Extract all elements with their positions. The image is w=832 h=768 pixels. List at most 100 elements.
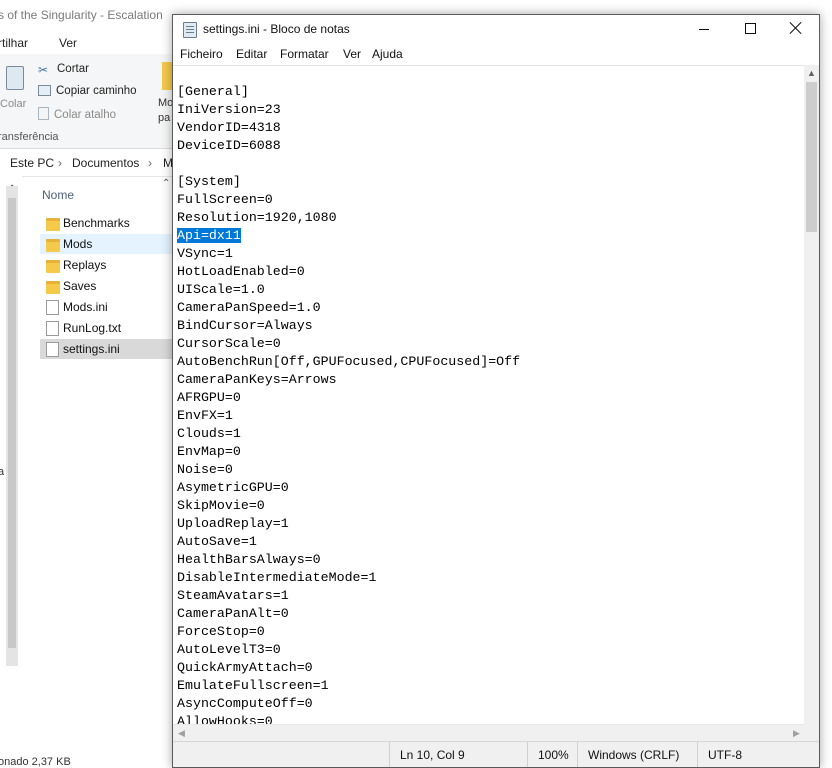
- paste-shortcut-icon: [38, 107, 49, 120]
- file-list: Nome ⌃ Benchmarks Mods Replays Saves Mod…: [22, 176, 200, 756]
- vertical-scrollbar[interactable]: ▲ ▼: [804, 65, 819, 737]
- menu-file[interactable]: Ficheiro: [180, 47, 223, 61]
- notepad-menu-bar: Ficheiro Editar Formatar Ver Ajuda: [173, 43, 819, 65]
- paste-label: Colar: [0, 98, 27, 110]
- paste-shortcut-button[interactable]: Colar atalho: [38, 107, 116, 121]
- column-header-name[interactable]: Nome: [42, 188, 74, 202]
- copy-path-icon: [38, 85, 51, 96]
- folder-icon: [46, 239, 60, 252]
- editor-line: QuickArmyAttach=0: [177, 660, 313, 675]
- menu-help[interactable]: Ajuda: [372, 47, 403, 61]
- scroll-up-arrow-icon[interactable]: ▲: [804, 65, 819, 82]
- explorer-ribbon: Colar ✂ Cortar Copiar caminho Colar atalh…: [0, 54, 180, 149]
- window-title: settings.ini - Bloco de notas: [203, 22, 350, 36]
- explorer-menu-share[interactable]: rtilhar: [0, 36, 28, 50]
- editor-line: CameraPanAlt=0: [177, 606, 289, 621]
- menu-view[interactable]: Ver: [343, 47, 361, 61]
- move-label: Mo: [158, 97, 174, 109]
- editor-line: [General]: [177, 84, 249, 99]
- notepad-status-bar: Ln 10, Col 9 100% Windows (CRLF) UTF-8: [173, 741, 819, 767]
- explorer-menu-bar: rtilhar Ver: [0, 32, 180, 54]
- chevron-right-icon: ›: [58, 156, 62, 170]
- scrollbar-thumb[interactable]: [8, 198, 16, 648]
- editor-line: IniVersion=23: [177, 102, 281, 117]
- file-name: Mods.ini: [63, 300, 108, 314]
- vertical-scrollbar-thumb[interactable]: [806, 82, 817, 232]
- sort-chevron-icon[interactable]: ⌃: [162, 178, 170, 189]
- folder-icon: [46, 260, 60, 273]
- menu-format[interactable]: Formatar: [280, 47, 329, 61]
- folder-icon: [46, 218, 60, 231]
- minimize-button[interactable]: [681, 15, 727, 43]
- scroll-left-arrow-icon[interactable]: ◀: [173, 725, 190, 742]
- cut-button[interactable]: ✂ Cortar: [38, 63, 89, 77]
- cut-label: Cortar: [57, 63, 89, 75]
- maximize-icon: [745, 23, 756, 34]
- close-button[interactable]: [773, 15, 819, 43]
- editor-line: SteamAvatars=1: [177, 588, 289, 603]
- scissors-icon: ✂: [38, 63, 49, 77]
- file-name: Benchmarks: [63, 216, 130, 230]
- editor-line: DeviceID=6088: [177, 138, 281, 153]
- notepad-icon: [183, 22, 197, 38]
- editor-line: AutoSave=1: [177, 534, 257, 549]
- editor-line: AutoLevelT3=0: [177, 642, 281, 657]
- editor-line: FullScreen=0: [177, 192, 273, 207]
- explorer-title: s of the Singularity - Escalation: [0, 8, 163, 22]
- explorer-menu-view[interactable]: Ver: [59, 36, 77, 50]
- paste-button[interactable]: Colar: [0, 60, 30, 116]
- file-name: Saves: [63, 279, 97, 293]
- editor-line: EnvFX=1: [177, 408, 233, 423]
- editor-line: HealthBarsAlways=0: [177, 552, 321, 567]
- editor-line: ForceStop=0: [177, 624, 265, 639]
- editor-line: AFRGPU=0: [177, 390, 241, 405]
- text-editor-area[interactable]: [General] IniVersion=23 VendorID=4318 Devic…: [173, 65, 805, 738]
- encoding: UTF-8: [697, 742, 819, 767]
- editor-line: CursorScale=0: [177, 336, 281, 351]
- breadcrumb-this-pc[interactable]: Este PC: [10, 156, 54, 170]
- breadcrumb-documents[interactable]: Documentos: [72, 156, 139, 170]
- line-endings: Windows (CRLF): [577, 742, 697, 767]
- editor-line: VSync=1: [177, 246, 233, 261]
- horizontal-scrollbar[interactable]: ◀ ▶: [173, 724, 805, 742]
- file-name: RunLog.txt: [63, 321, 122, 335]
- maximize-button[interactable]: [727, 15, 773, 43]
- file-name: Replays: [63, 258, 107, 272]
- scroll-right-arrow-icon[interactable]: ▶: [788, 725, 805, 742]
- minimize-icon: [699, 29, 709, 30]
- editor-line: CameraPanKeys=Arrows: [177, 372, 337, 387]
- editor-line: Api=dx11: [177, 227, 520, 245]
- notepad-title-bar[interactable]: settings.ini - Bloco de notas: [173, 15, 819, 43]
- cursor-position: Ln 10, Col 9: [389, 742, 517, 767]
- close-icon: [789, 21, 803, 35]
- editor-line: SkipMovie=0: [177, 498, 265, 513]
- editor-line: UIScale=1.0: [177, 282, 265, 297]
- editor-text: [General] IniVersion=23 VendorID=4318 Devic…: [177, 83, 520, 731]
- editor-line: VendorID=4318: [177, 120, 281, 135]
- zoom-level: 100%: [527, 742, 577, 767]
- selected-text: Api=dx11: [177, 228, 241, 243]
- ribbon-group-label: ransferência: [0, 131, 59, 143]
- explorer-status-bar: onado 2,37 KB: [0, 756, 180, 768]
- paste-shortcut-label: Colar atalho: [54, 109, 117, 121]
- editor-line: UploadReplay=1: [177, 516, 289, 531]
- editor-line: Noise=0: [177, 462, 233, 477]
- copy-path-button[interactable]: Copiar caminho: [38, 85, 137, 97]
- move-label-2: pa: [158, 112, 171, 124]
- editor-line: AutoBenchRun[Off,GPUFocused,CPUFocused]=…: [177, 354, 521, 369]
- editor-line: Clouds=1: [177, 426, 241, 441]
- nav-pane-scrollbar[interactable]: [6, 186, 18, 666]
- editor-line: AsymetricGPU=0: [177, 480, 289, 495]
- chevron-right-icon: ›: [148, 156, 152, 170]
- clipboard-icon: [6, 66, 24, 90]
- copy-path-label: Copiar caminho: [56, 85, 137, 97]
- editor-line: [System]: [177, 174, 241, 189]
- editor-line: EnvMap=0: [177, 444, 241, 459]
- breadcrumb[interactable]: Este PC › Documentos › M: [0, 150, 180, 177]
- menu-edit[interactable]: Editar: [236, 47, 267, 61]
- editor-line: HotLoadEnabled=0: [177, 264, 305, 279]
- file-name: Mods: [63, 237, 93, 251]
- editor-line: BindCursor=Always: [177, 318, 313, 333]
- file-name: settings.ini: [63, 342, 120, 356]
